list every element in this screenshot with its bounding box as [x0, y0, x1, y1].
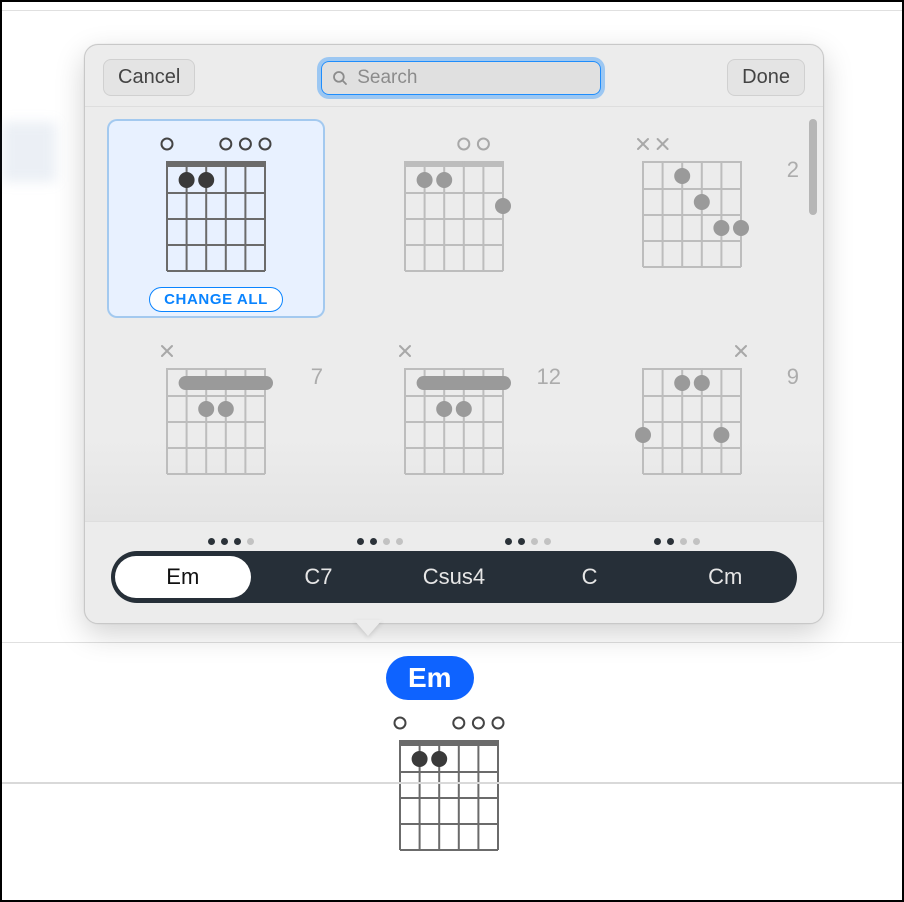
- search-field[interactable]: [321, 61, 601, 95]
- segment-em[interactable]: Em: [115, 556, 251, 598]
- popover-footer: EmC7Csus4CCm: [85, 521, 823, 623]
- chord-grid: CHANGE ALL 2 7 12 9: [107, 119, 801, 492]
- scrollbar-thumb[interactable]: [809, 119, 817, 215]
- segment-c7[interactable]: C7: [251, 556, 387, 598]
- segment-c[interactable]: C: [522, 556, 658, 598]
- popover-tail: [354, 620, 382, 636]
- chord-option-5[interactable]: 9: [583, 326, 801, 492]
- change-all-button[interactable]: CHANGE ALL: [149, 287, 283, 312]
- segment-dots: [201, 538, 261, 545]
- chord-segment-picker: EmC7Csus4CCm: [111, 551, 797, 603]
- fret-position-label: 7: [311, 364, 323, 390]
- document-chord-chip[interactable]: Em: [386, 656, 474, 700]
- done-button[interactable]: Done: [727, 59, 805, 96]
- chord-option-1[interactable]: [345, 119, 563, 318]
- search-icon: [331, 69, 349, 87]
- fret-position-label: 2: [787, 157, 799, 183]
- search-input[interactable]: [355, 66, 591, 90]
- staff-line: [2, 782, 902, 784]
- segment-dots: [350, 538, 410, 545]
- chord-grid-scroll[interactable]: CHANGE ALL 2 7 12 9: [85, 107, 823, 521]
- chord-picker-popover: Cancel Done CHANGE ALL 2 7 12 9 EmC7Csus4CCm: [84, 44, 824, 624]
- fret-position-label: 12: [537, 364, 561, 390]
- segment-dots: [647, 538, 707, 545]
- segment-cm[interactable]: Cm: [657, 556, 793, 598]
- chord-option-2[interactable]: 2: [583, 119, 801, 318]
- chord-option-0[interactable]: CHANGE ALL: [107, 119, 325, 318]
- segment-dots-row: [157, 538, 751, 545]
- popover-header: Cancel Done: [85, 45, 823, 107]
- cancel-button[interactable]: Cancel: [103, 59, 195, 96]
- segment-csus4[interactable]: Csus4: [386, 556, 522, 598]
- chord-option-3[interactable]: 7: [107, 326, 325, 492]
- fret-position-label: 9: [787, 364, 799, 390]
- chord-option-4[interactable]: 12: [345, 326, 563, 492]
- document-chord-diagram: [380, 708, 518, 863]
- segment-dots: [498, 538, 558, 545]
